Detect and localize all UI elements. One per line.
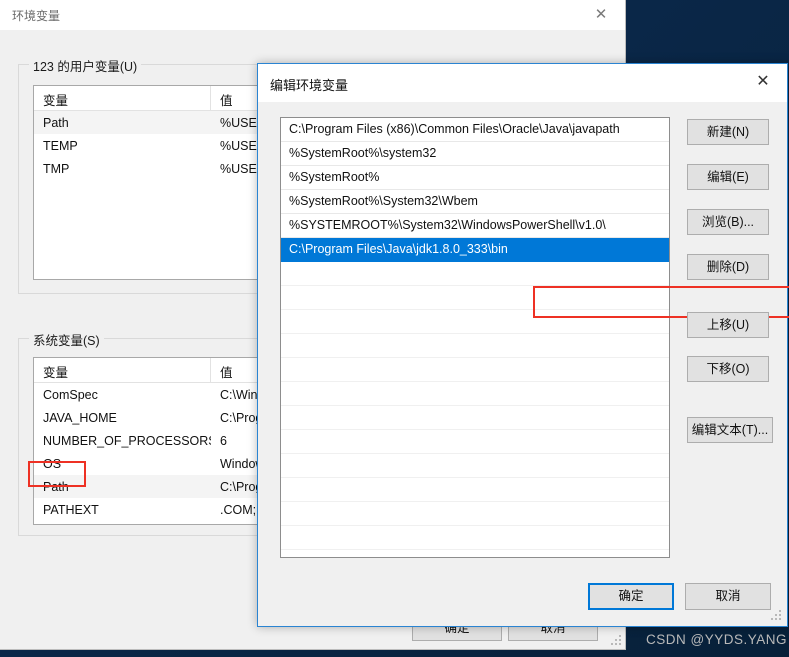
close-icon[interactable]: ✕ bbox=[745, 69, 781, 95]
edit-dialog-titlebar: 编辑环境变量 ✕ bbox=[258, 64, 787, 102]
list-item[interactable]: %SystemRoot%\System32\Wbem bbox=[281, 190, 669, 214]
move-down-button[interactable]: 下移(O) bbox=[687, 356, 769, 382]
env-window-titlebar: 环境变量 ✕ bbox=[0, 0, 625, 30]
user-var-name: Path bbox=[43, 115, 69, 130]
system-var-name: ComSpec bbox=[43, 387, 98, 402]
ok-button[interactable]: 确定 bbox=[588, 583, 674, 610]
system-var-name: NUMBER_OF_PROCESSORS bbox=[43, 433, 211, 448]
system-variables-legend: 系统变量(S) bbox=[29, 330, 104, 349]
env-window-title: 环境变量 bbox=[12, 9, 61, 23]
list-item-empty[interactable] bbox=[281, 550, 669, 557]
list-item-empty[interactable] bbox=[281, 526, 669, 550]
user-variables-legend: 123 的用户变量(U) bbox=[29, 56, 142, 75]
watermark-text: CSDN @YYDS.YANG bbox=[646, 632, 787, 647]
list-item-empty[interactable] bbox=[281, 406, 669, 430]
user-var-name: TMP bbox=[43, 161, 70, 176]
edit-button[interactable]: 编辑(E) bbox=[687, 164, 769, 190]
resize-grip-icon[interactable] bbox=[610, 634, 622, 646]
cancel-button[interactable]: 取消 bbox=[685, 583, 771, 610]
system-var-name: PATHEXT bbox=[43, 502, 99, 517]
list-item-empty[interactable] bbox=[281, 478, 669, 502]
new-button[interactable]: 新建(N) bbox=[687, 119, 769, 145]
delete-button[interactable]: 删除(D) bbox=[687, 254, 769, 280]
list-item[interactable]: %SystemRoot%\system32 bbox=[281, 142, 669, 166]
list-item[interactable]: %SYSTEMROOT%\System32\WindowsPowerShell\… bbox=[281, 214, 669, 238]
list-item-empty[interactable] bbox=[281, 334, 669, 358]
list-item-empty[interactable] bbox=[281, 502, 669, 526]
list-item-empty[interactable] bbox=[281, 454, 669, 478]
list-item-empty[interactable] bbox=[281, 310, 669, 334]
resize-grip-icon[interactable] bbox=[770, 609, 782, 621]
list-item-empty[interactable] bbox=[281, 358, 669, 382]
edit-text-button[interactable]: 编辑文本(T)... bbox=[687, 417, 773, 443]
close-icon[interactable]: ✕ bbox=[589, 4, 613, 26]
user-var-name: TEMP bbox=[43, 138, 78, 153]
column-header-variable[interactable]: 变量 bbox=[34, 358, 211, 382]
list-item[interactable]: C:\Program Files (x86)\Common Files\Orac… bbox=[281, 118, 669, 142]
list-item-empty[interactable] bbox=[281, 430, 669, 454]
system-var-name: OS bbox=[43, 456, 62, 471]
list-item-selected[interactable]: C:\Program Files\Java\jdk1.8.0_333\bin bbox=[281, 238, 669, 262]
system-var-name: Path bbox=[43, 479, 69, 494]
list-item-empty[interactable] bbox=[281, 262, 669, 286]
list-item-empty[interactable] bbox=[281, 286, 669, 310]
list-item-empty[interactable] bbox=[281, 382, 669, 406]
edit-environment-variable-dialog: 编辑环境变量 ✕ C:\Program Files (x86)\Common F… bbox=[257, 63, 789, 627]
list-item[interactable]: %SystemRoot% bbox=[281, 166, 669, 190]
edit-dialog-title: 编辑环境变量 bbox=[270, 78, 349, 93]
browse-button[interactable]: 浏览(B)... bbox=[687, 209, 769, 235]
path-entries-listbox[interactable]: C:\Program Files (x86)\Common Files\Orac… bbox=[280, 117, 670, 558]
move-up-button[interactable]: 上移(U) bbox=[687, 312, 769, 338]
column-header-variable[interactable]: 变量 bbox=[34, 86, 211, 110]
system-var-name: JAVA_HOME bbox=[43, 410, 117, 425]
